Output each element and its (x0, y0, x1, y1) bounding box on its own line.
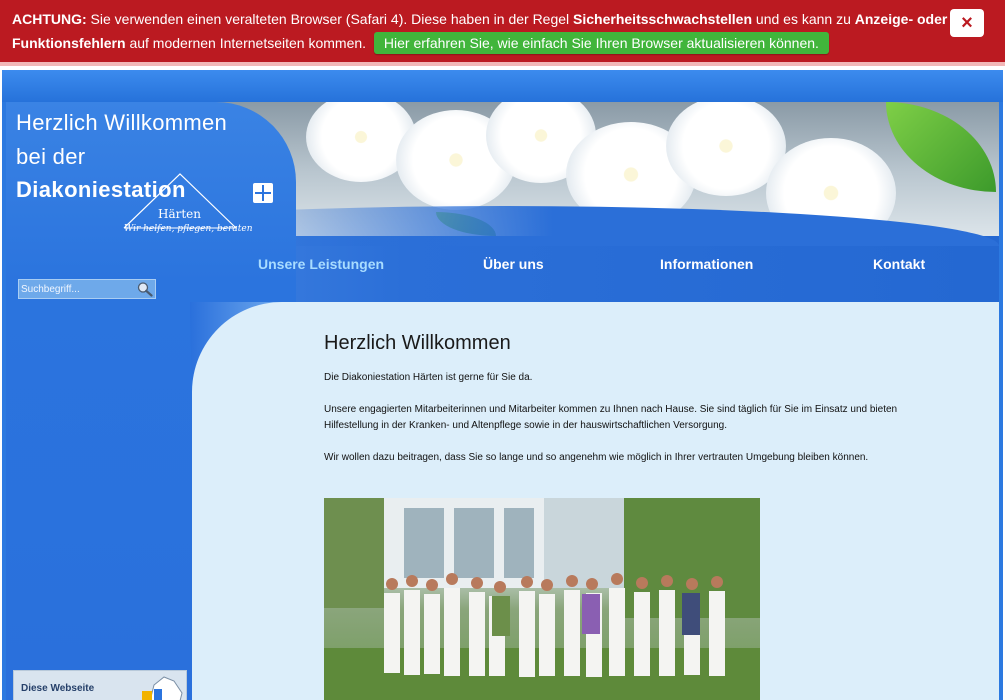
team-photo (324, 498, 760, 700)
logo-town: Härten (158, 207, 202, 221)
leaf-image (886, 102, 996, 192)
page-frame: Herzlich Willkommen bei der Diakoniestat… (2, 70, 1003, 700)
warning-text-2: und es kann zu (752, 11, 855, 27)
top-strip (2, 70, 1003, 102)
warning-prefix: ACHTUNG: (12, 11, 87, 27)
badge-text: Diese Webseite (21, 683, 95, 694)
close-icon[interactable]: × (950, 9, 984, 37)
search-box (18, 279, 156, 299)
logo-cross-icon (253, 183, 273, 203)
services-paragraph: Unsere engagierten Mitarbeiterinnen und … (324, 404, 898, 431)
nav-unsere-leistungen[interactable]: Unsere Leistungen (258, 256, 384, 272)
search-input[interactable] (21, 282, 133, 296)
logo-greeting-line2: bei der (16, 144, 86, 169)
logo-slogan: Wir helfen, pflegen, beraten (124, 224, 253, 234)
browser-warning-bar: ACHTUNG: Sie verwenden einen veralteten … (0, 0, 1005, 66)
nav-kontakt[interactable]: Kontakt (873, 256, 925, 272)
page-title: Herzlich Willkommen (324, 332, 511, 354)
website-badge[interactable]: Diese Webseite (13, 670, 187, 700)
team-photo-drawing (324, 498, 760, 700)
update-browser-button[interactable]: Hier erfahren Sie, wie einfach Sie Ihren… (373, 32, 829, 54)
logo-greeting-line1: Herzlich Willkommen (16, 110, 228, 135)
warning-text-3: auf modernen Internetseiten kommen. (125, 35, 370, 51)
warning-text-1: Sie verwenden einen veralteten Browser (… (86, 11, 574, 27)
search-icon[interactable] (136, 281, 154, 297)
intro-paragraph: Die Diakoniestation Härten ist gerne für… (324, 372, 533, 383)
mission-paragraph: Wir wollen dazu beitragen, dass Sie so l… (324, 452, 869, 463)
nav-ueber-uns[interactable]: Über uns (483, 256, 544, 272)
nav-informationen[interactable]: Informationen (660, 256, 753, 272)
badge-logo-icon (142, 676, 183, 700)
warning-bold-1: Sicherheitsschwachstellen (573, 11, 753, 27)
